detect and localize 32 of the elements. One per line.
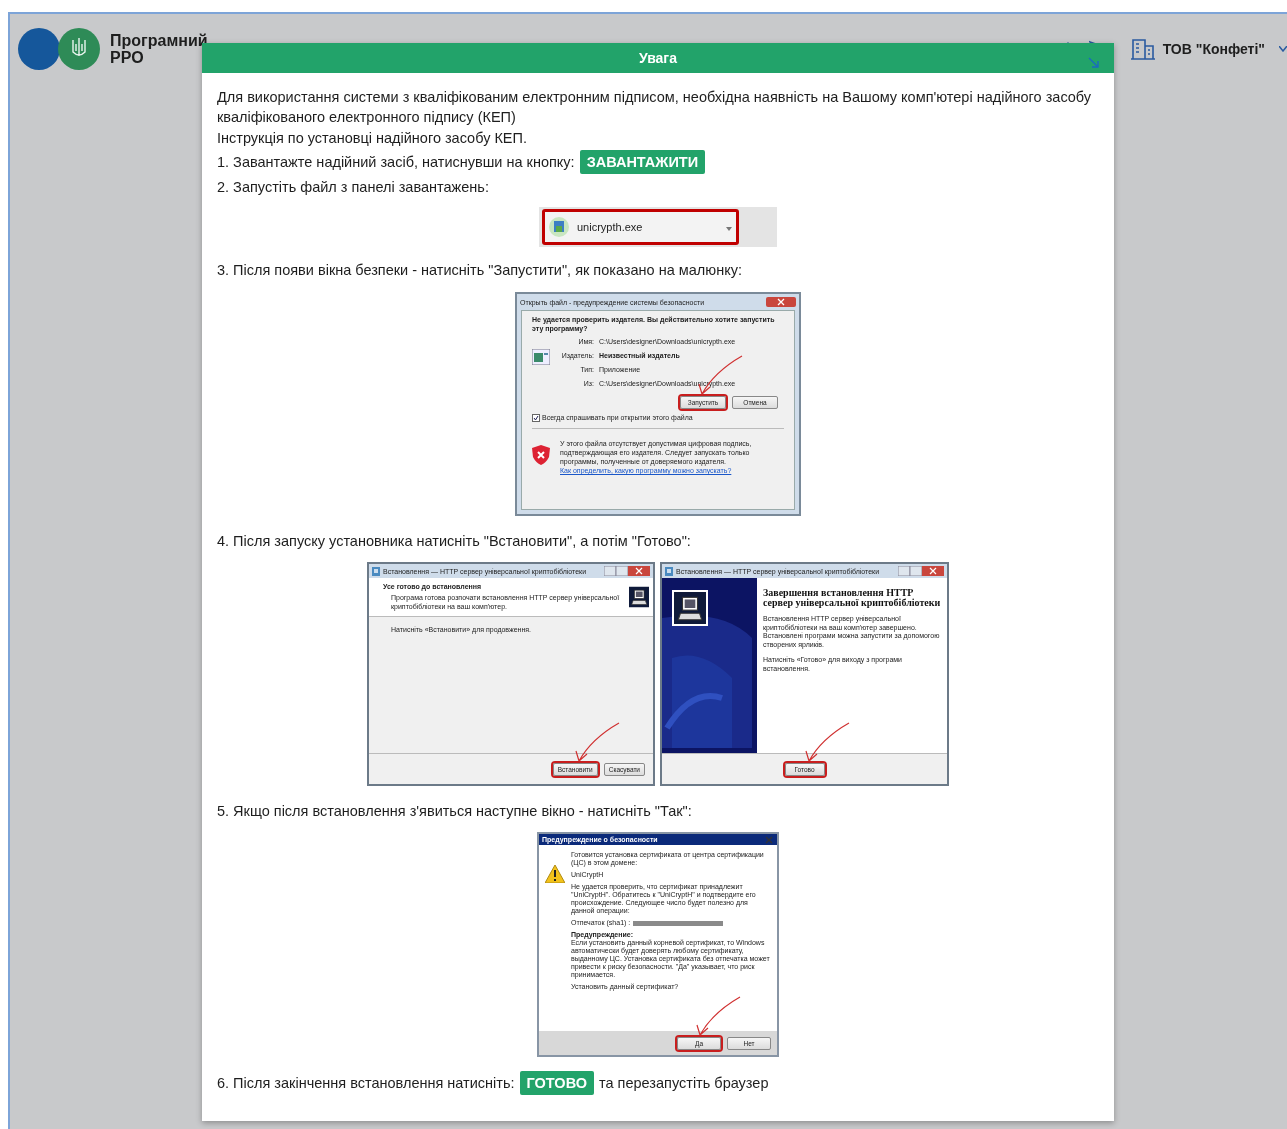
step-text: 1. Завантажте надійний засіб, натиснувши на кнопку:	[217, 152, 575, 172]
app-title: РРО	[110, 49, 145, 66]
installer-icon	[372, 566, 380, 576]
intro-text: Інструкція по установці надійного засобу КЕП.	[217, 129, 528, 148]
step-text: 3. Після появи вікна безпеки - натисніть "Запустити", як показано на малюнку:	[217, 260, 742, 280]
step-text: та перезапустіть браузер	[599, 1073, 769, 1093]
step-text: 2. Запустіть файл з панелі завантажень:	[217, 177, 489, 197]
building-icon	[1130, 38, 1155, 60]
step-text: 5. Якщо після встановлення з'явиться наступне вікно - натисніть "Так":	[217, 801, 692, 821]
organization-name[interactable]: ТОВ "Конфеті"	[1162, 41, 1265, 57]
program-icon	[532, 349, 550, 365]
trident-logo-icon	[58, 28, 100, 70]
close-icon[interactable]	[766, 297, 796, 307]
window-controls-icon[interactable]	[898, 566, 944, 576]
computer-icon	[674, 592, 706, 624]
dialog-title: Увага	[639, 50, 677, 66]
logo-circle	[18, 28, 60, 70]
download-item[interactable]: unicrypth.exe	[542, 209, 739, 245]
warning-icon	[545, 865, 565, 883]
file-name: unicrypth.exe	[577, 220, 643, 235]
installer-heading: Завершення встановлення HTTP сервер універсальної криптобібліотеки	[763, 588, 941, 608]
caret-icon[interactable]	[1279, 46, 1287, 52]
app-title: Програмний	[110, 32, 208, 49]
installer-icon	[549, 217, 569, 237]
checkbox[interactable]	[532, 413, 540, 422]
intro-text: Для використання системи з кваліфікованим електронним підписом, необхідна наявність на Вашому комп'ютері надійного засобу кваліфікованого електронного підпису (КЕП)	[217, 88, 1093, 127]
installer-icon	[665, 566, 673, 576]
caret-icon[interactable]	[726, 227, 732, 231]
step-text: 4. Після запуску установника натисніть "Встановити", а потім "Готово":	[217, 531, 691, 551]
step-text: 6. Після закінчення встановлення натисніть:	[217, 1073, 515, 1093]
shield-icon	[532, 445, 550, 465]
window-controls-icon[interactable]	[604, 566, 650, 576]
